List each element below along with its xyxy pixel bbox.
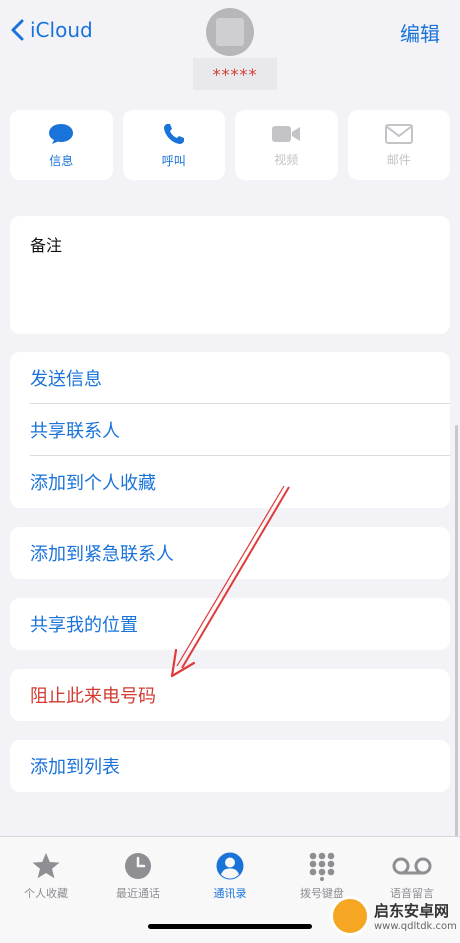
chevron-left-icon bbox=[11, 19, 24, 41]
add-emergency-label: 添加到紧急联系人 bbox=[30, 544, 174, 565]
watermark-url: www.qdltdk.com bbox=[374, 921, 457, 932]
add-to-list-row[interactable]: 添加到列表 bbox=[10, 740, 450, 792]
contact-name: ***** bbox=[193, 58, 277, 90]
person-icon bbox=[216, 852, 244, 880]
contact-name-text: ***** bbox=[212, 64, 258, 84]
send-message-label: 发送信息 bbox=[30, 369, 102, 390]
home-indicator[interactable] bbox=[148, 924, 312, 929]
share-location-label: 共享我的位置 bbox=[30, 615, 138, 636]
tab-voicemail[interactable]: 语音留言 bbox=[366, 851, 458, 901]
clock-icon bbox=[125, 853, 151, 879]
share-location-card: 共享我的位置 bbox=[10, 598, 450, 650]
star-icon bbox=[32, 853, 60, 879]
message-action-label: 信息 bbox=[49, 153, 74, 168]
watermark-logo-icon bbox=[330, 896, 370, 936]
tab-favorites-label: 个人收藏 bbox=[24, 887, 68, 900]
back-label: iCloud bbox=[30, 18, 93, 42]
quick-actions: 信息 呼叫 视频 邮件 bbox=[10, 110, 450, 180]
tab-keypad[interactable]: 拨号键盘 bbox=[276, 851, 368, 901]
share-contact-label: 共享联系人 bbox=[30, 421, 120, 442]
notes-label: 备注 bbox=[30, 236, 63, 255]
share-contact-row[interactable]: 共享联系人 bbox=[10, 404, 450, 456]
call-action-label: 呼叫 bbox=[161, 153, 186, 168]
send-message-row[interactable]: 发送信息 bbox=[10, 352, 450, 404]
add-favorites-row[interactable]: 添加到个人收藏 bbox=[10, 456, 450, 508]
avatar bbox=[206, 8, 254, 56]
tab-contacts-label: 通讯录 bbox=[213, 887, 247, 900]
block-caller-label: 阻止此来电号码 bbox=[30, 686, 156, 707]
voicemail-icon bbox=[392, 857, 432, 875]
call-action-button[interactable]: 呼叫 bbox=[122, 110, 225, 180]
block-caller-row[interactable]: 阻止此来电号码 bbox=[10, 669, 450, 721]
tab-recents[interactable]: 最近通话 bbox=[92, 851, 184, 901]
back-button[interactable]: iCloud bbox=[10, 18, 93, 42]
block-caller-card: 阻止此来电号码 bbox=[10, 669, 450, 721]
scrollbar[interactable] bbox=[455, 425, 458, 840]
watermark-title: 启东安卓网 bbox=[374, 902, 450, 920]
watermark: 启东安卓网 www.qdltdk.com bbox=[330, 896, 457, 936]
message-action-button[interactable]: 信息 bbox=[10, 110, 113, 180]
navigation-bar: iCloud ***** 编辑 bbox=[0, 0, 460, 100]
mail-action-button[interactable]: 邮件 bbox=[347, 110, 450, 180]
tab-favorites[interactable]: 个人收藏 bbox=[0, 851, 92, 901]
message-icon bbox=[49, 123, 74, 144]
tab-recents-label: 最近通话 bbox=[116, 887, 160, 900]
keypad-icon bbox=[309, 852, 335, 881]
notes-field[interactable]: 备注 bbox=[10, 216, 450, 334]
video-action-button[interactable]: 视频 bbox=[235, 110, 338, 180]
add-emergency-card: 添加到紧急联系人 bbox=[10, 527, 450, 579]
add-to-list-label: 添加到列表 bbox=[30, 757, 120, 778]
tab-contacts[interactable]: 通讯录 bbox=[184, 851, 276, 901]
mail-action-label: 邮件 bbox=[386, 152, 411, 167]
video-action-label: 视频 bbox=[274, 152, 299, 167]
add-favorites-label: 添加到个人收藏 bbox=[30, 473, 156, 494]
video-icon bbox=[272, 125, 301, 142]
add-emergency-row[interactable]: 添加到紧急联系人 bbox=[10, 527, 450, 579]
mail-icon bbox=[384, 123, 413, 144]
contact-options-group: 发送信息 共享联系人 添加到个人收藏 bbox=[10, 352, 450, 508]
share-location-row[interactable]: 共享我的位置 bbox=[10, 598, 450, 650]
edit-button[interactable]: 编辑 bbox=[400, 18, 440, 47]
phone-icon bbox=[163, 123, 184, 144]
add-to-list-card: 添加到列表 bbox=[10, 740, 450, 792]
